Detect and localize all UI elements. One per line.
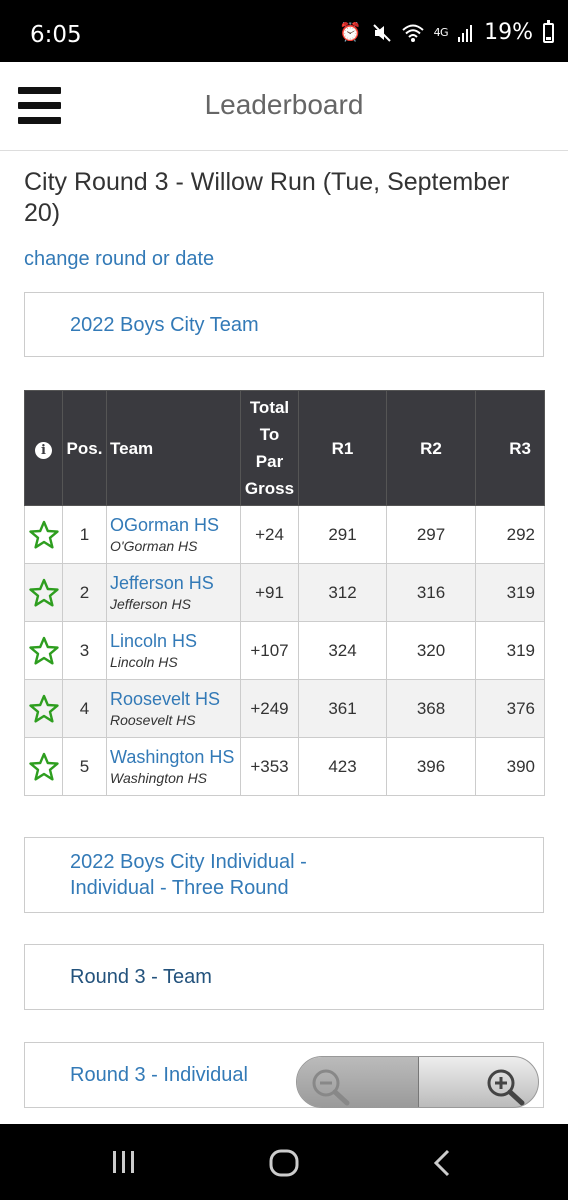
alarm-icon: ⏰ [339, 22, 362, 43]
team-cell: Jefferson HS Jefferson HS [106, 563, 241, 622]
status-time: 6:05 [30, 22, 82, 48]
app-header: Leaderboard [0, 62, 568, 151]
team-name-link[interactable]: Washington HS [107, 746, 240, 768]
r1-cell: 312 [298, 563, 387, 622]
zoom-in-button[interactable] [417, 1057, 538, 1107]
r1-header: R1 [298, 390, 387, 506]
team-name-link[interactable]: Jefferson HS [107, 572, 240, 594]
zoom-out-icon [312, 1069, 350, 1106]
system-nav-bar [0, 1124, 568, 1200]
r3-cell: 319 [475, 563, 545, 622]
pos-cell: 5 [62, 737, 107, 796]
panel-round-team-label: Round 3 - Team [70, 966, 212, 988]
panel-team[interactable]: 2022 Boys City Team [24, 292, 544, 357]
r3-header: R3 [475, 390, 545, 506]
total-cell: +91 [240, 563, 299, 622]
team-school: Washington HS [110, 769, 208, 786]
favorite-star-icon[interactable] [28, 578, 59, 608]
r3-cell: 376 [475, 679, 545, 738]
total-header: Total To Par Gross [240, 390, 299, 506]
table-row: 5 Washington HS Washington HS +353 423 396 390 [24, 737, 545, 796]
change-round-link[interactable]: change round or date [24, 248, 214, 271]
panel-individual[interactable]: 2022 Boys City Individual - Individual -… [24, 837, 544, 913]
battery-percent: 19% [484, 20, 533, 45]
r1-cell: 324 [298, 621, 387, 680]
favorite-cell[interactable] [24, 505, 63, 564]
team-name-link[interactable]: Roosevelt HS [107, 688, 240, 710]
favorite-cell[interactable] [24, 679, 63, 738]
table-row: 2 Jefferson HS Jefferson HS +91 312 316 319 [24, 563, 545, 622]
signal-icon [458, 24, 473, 42]
team-school: Lincoln HS [110, 653, 178, 670]
team-school: Jefferson HS [110, 595, 191, 612]
team-name-link[interactable]: Lincoln HS [107, 630, 240, 652]
zoom-out-button[interactable] [297, 1057, 419, 1107]
panel-round-individual-label: Round 3 - Individual [70, 1064, 248, 1086]
pos-cell: 3 [62, 621, 107, 680]
table-row: 3 Lincoln HS Lincoln HS +107 324 320 319 [24, 621, 545, 680]
team-cell: Washington HS Washington HS [106, 737, 241, 796]
pos-cell: 1 [62, 505, 107, 564]
status-bar: 6:05 ⏰ 4G 19% [0, 0, 568, 62]
favorite-star-icon[interactable] [28, 752, 59, 782]
team-cell: OGorman HS O'Gorman HS [106, 505, 241, 564]
favorite-star-icon[interactable] [28, 636, 59, 666]
favorite-cell[interactable] [24, 563, 63, 622]
r3-cell: 319 [475, 621, 545, 680]
favorite-cell[interactable] [24, 621, 63, 680]
leaderboard-table: i Pos. Team Total To Par Gross R1 R2 R3 … [24, 390, 545, 796]
r2-cell: 320 [386, 621, 476, 680]
home-icon[interactable] [268, 1148, 300, 1178]
header-title: Leaderboard [204, 89, 364, 120]
pos-header: Pos. [62, 390, 107, 506]
mute-icon [372, 23, 391, 42]
zoom-in-icon [487, 1069, 525, 1106]
page-title: City Round 3 - Willow Run (Tue, Septembe… [24, 168, 510, 227]
favorite-star-icon[interactable] [28, 694, 59, 724]
team-name-link[interactable]: OGorman HS [107, 514, 240, 536]
total-cell: +249 [240, 679, 299, 738]
r2-cell: 396 [386, 737, 476, 796]
pos-cell: 4 [62, 679, 107, 738]
battery-icon [543, 19, 554, 43]
zoom-control [296, 1056, 539, 1108]
favorite-cell[interactable] [24, 737, 63, 796]
total-cell: +353 [240, 737, 299, 796]
r3-cell: 292 [475, 505, 545, 564]
panel-team-label: 2022 Boys City Team [70, 314, 259, 336]
r2-header: R2 [386, 390, 476, 506]
info-icon[interactable]: i [35, 441, 52, 459]
r1-cell: 423 [298, 737, 387, 796]
team-cell: Lincoln HS Lincoln HS [106, 621, 241, 680]
team-school: Roosevelt HS [110, 711, 196, 728]
team-school: O'Gorman HS [110, 537, 198, 554]
r2-cell: 316 [386, 563, 476, 622]
table-row: 4 Roosevelt HS Roosevelt HS +249 361 368 376 [24, 679, 545, 738]
panel-round-team[interactable]: Round 3 - Team [24, 944, 544, 1010]
r1-cell: 291 [298, 505, 387, 564]
table-header-row: i Pos. Team Total To Par Gross R1 R2 R3 [24, 390, 545, 506]
r3-cell: 390 [475, 737, 545, 796]
total-cell: +107 [240, 621, 299, 680]
pos-cell: 2 [62, 563, 107, 622]
r2-cell: 297 [386, 505, 476, 564]
recent-apps-icon[interactable] [110, 1148, 138, 1176]
total-cell: +24 [240, 505, 299, 564]
team-header: Team [106, 390, 241, 506]
team-cell: Roosevelt HS Roosevelt HS [106, 679, 241, 738]
info-header[interactable]: i [24, 390, 63, 506]
wifi-icon [401, 24, 424, 42]
panel-individual-label: 2022 Boys City Individual - Individual -… [70, 851, 307, 899]
network-type: 4G [433, 26, 449, 39]
status-icons: ⏰ 4G 19% [339, 19, 554, 45]
back-icon[interactable] [430, 1148, 454, 1178]
favorite-star-icon[interactable] [28, 520, 59, 550]
r1-cell: 361 [298, 679, 387, 738]
table-row: 1 OGorman HS O'Gorman HS +24 291 297 292 [24, 505, 545, 564]
r2-cell: 368 [386, 679, 476, 738]
